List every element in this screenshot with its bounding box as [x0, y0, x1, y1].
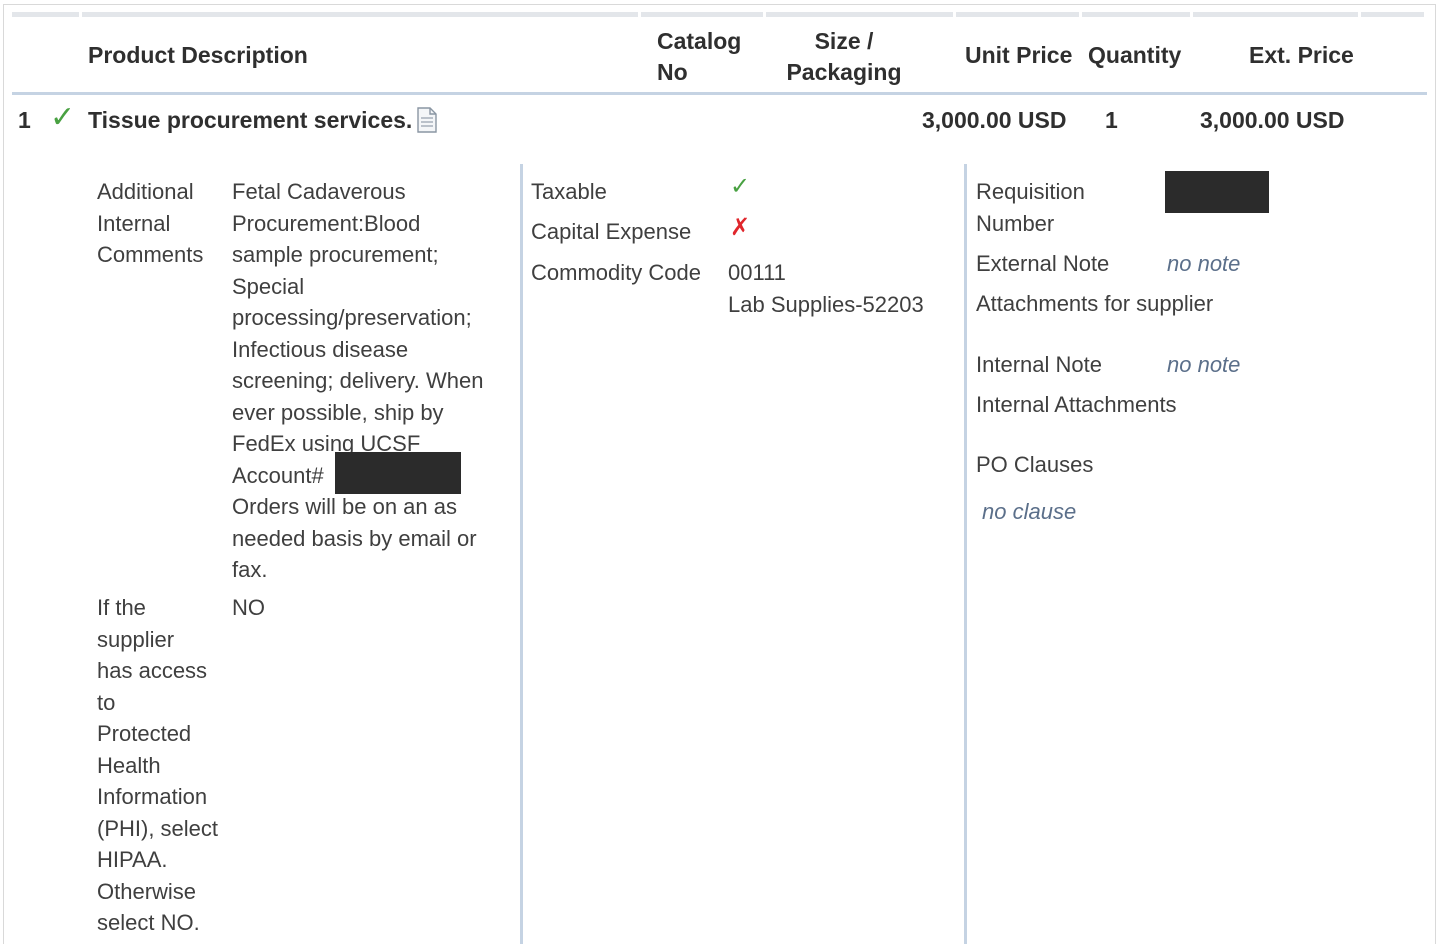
taxable-label: Taxable — [531, 179, 607, 204]
header-size-packaging[interactable]: Size / Packaging — [785, 26, 903, 88]
commodity-code: 00111 — [728, 260, 786, 285]
label-line: Health — [97, 752, 161, 778]
additional-internal-comments-value: Fetal Cadaverous Procurement:Blood sampl… — [232, 176, 517, 586]
comment-line: processing/preservation; — [232, 305, 472, 330]
attachments-for-supplier-label: Attachments for supplier — [976, 291, 1214, 316]
header-size-line1: Size / — [814, 28, 874, 54]
comment-line: Fetal Cadaverous — [232, 179, 406, 204]
requisition-number-label: Requisition Number — [976, 176, 1085, 239]
document-icon[interactable] — [416, 107, 438, 133]
capital-expense-label: Capital Expense — [531, 219, 692, 244]
header-size-line2: Packaging — [786, 59, 902, 85]
label-line: Information — [97, 784, 208, 809]
approved-check-icon: ✓ — [50, 101, 76, 134]
commodity-code-label: Commodity Code — [531, 260, 701, 285]
label-line: Comments — [97, 242, 204, 267]
header-catalog-line2: No — [657, 59, 688, 85]
comment-line: ever possible, ship by — [232, 399, 444, 425]
line-ext-price: 3,000.00 USD — [1200, 107, 1345, 133]
line-description[interactable]: Tissue procurement services. — [88, 105, 412, 135]
po-clauses-value[interactable]: no clause — [982, 496, 1076, 527]
header-quantity[interactable]: Quantity — [1088, 40, 1181, 71]
comment-line: Infectious disease — [232, 336, 409, 362]
label-line: HIPAA. — [97, 847, 168, 872]
comment-line: sample procurement; — [232, 242, 439, 267]
line-quantity: 1 — [1105, 107, 1118, 133]
redacted-requisition-number — [1165, 171, 1269, 213]
panel-separator-right — [964, 164, 967, 944]
label-line: Otherwise — [97, 878, 197, 904]
label-line: Protected — [97, 721, 192, 746]
label-line: has access — [97, 658, 208, 683]
header-catalog-line1: Catalog — [657, 28, 742, 54]
external-note-value[interactable]: no note — [1167, 248, 1240, 279]
phi-label: If the supplier has access to Protected … — [97, 592, 218, 939]
comment-line: Special — [232, 273, 305, 299]
label-line: If the — [97, 595, 146, 620]
label-line: to — [97, 689, 116, 715]
comment-line: fax. — [232, 557, 268, 582]
external-note-label: External Note — [976, 251, 1110, 276]
label-line: Requisition — [976, 179, 1085, 204]
label-line: Additional — [97, 179, 194, 204]
label-line: Number — [976, 210, 1055, 236]
header-ext-price[interactable]: Ext. Price — [1249, 40, 1354, 71]
commodity-description: Lab Supplies-52203 — [728, 291, 924, 317]
comment-line: Procurement:Blood — [232, 210, 421, 236]
header-top-bar — [12, 12, 1427, 17]
line-unit-price: 3,000.00 USD — [922, 107, 1067, 133]
po-clauses-label: PO Clauses — [976, 452, 1094, 477]
header-product-description[interactable]: Product Description — [88, 40, 308, 71]
header-divider — [12, 92, 1427, 95]
label-line: Internal — [97, 210, 171, 236]
phi-value: NO — [232, 595, 265, 620]
comment-line: needed basis by email or — [232, 525, 477, 551]
additional-internal-comments-label: Additional Internal Comments — [97, 176, 203, 271]
comment-line: screening; delivery. When — [232, 368, 484, 393]
comment-line: Orders will be on an as — [232, 494, 457, 519]
x-icon: ✗ — [730, 214, 751, 241]
header-unit-price[interactable]: Unit Price — [965, 40, 1072, 71]
label-line: supplier — [97, 626, 175, 652]
panel-separator-left — [520, 164, 523, 944]
internal-note-label: Internal Note — [976, 352, 1102, 377]
check-icon: ✓ — [730, 173, 751, 200]
label-line: (PHI), select — [97, 815, 219, 841]
commodity-code-value: 00111 Lab Supplies-52203 — [728, 257, 924, 320]
header-catalog-no[interactable]: Catalog No — [657, 26, 741, 88]
account-prefix: Account# — [232, 462, 324, 488]
redacted-account-number — [335, 452, 461, 494]
internal-attachments-label: Internal Attachments — [976, 392, 1177, 417]
internal-note-value[interactable]: no note — [1167, 349, 1240, 380]
line-number: 1 — [18, 107, 31, 133]
